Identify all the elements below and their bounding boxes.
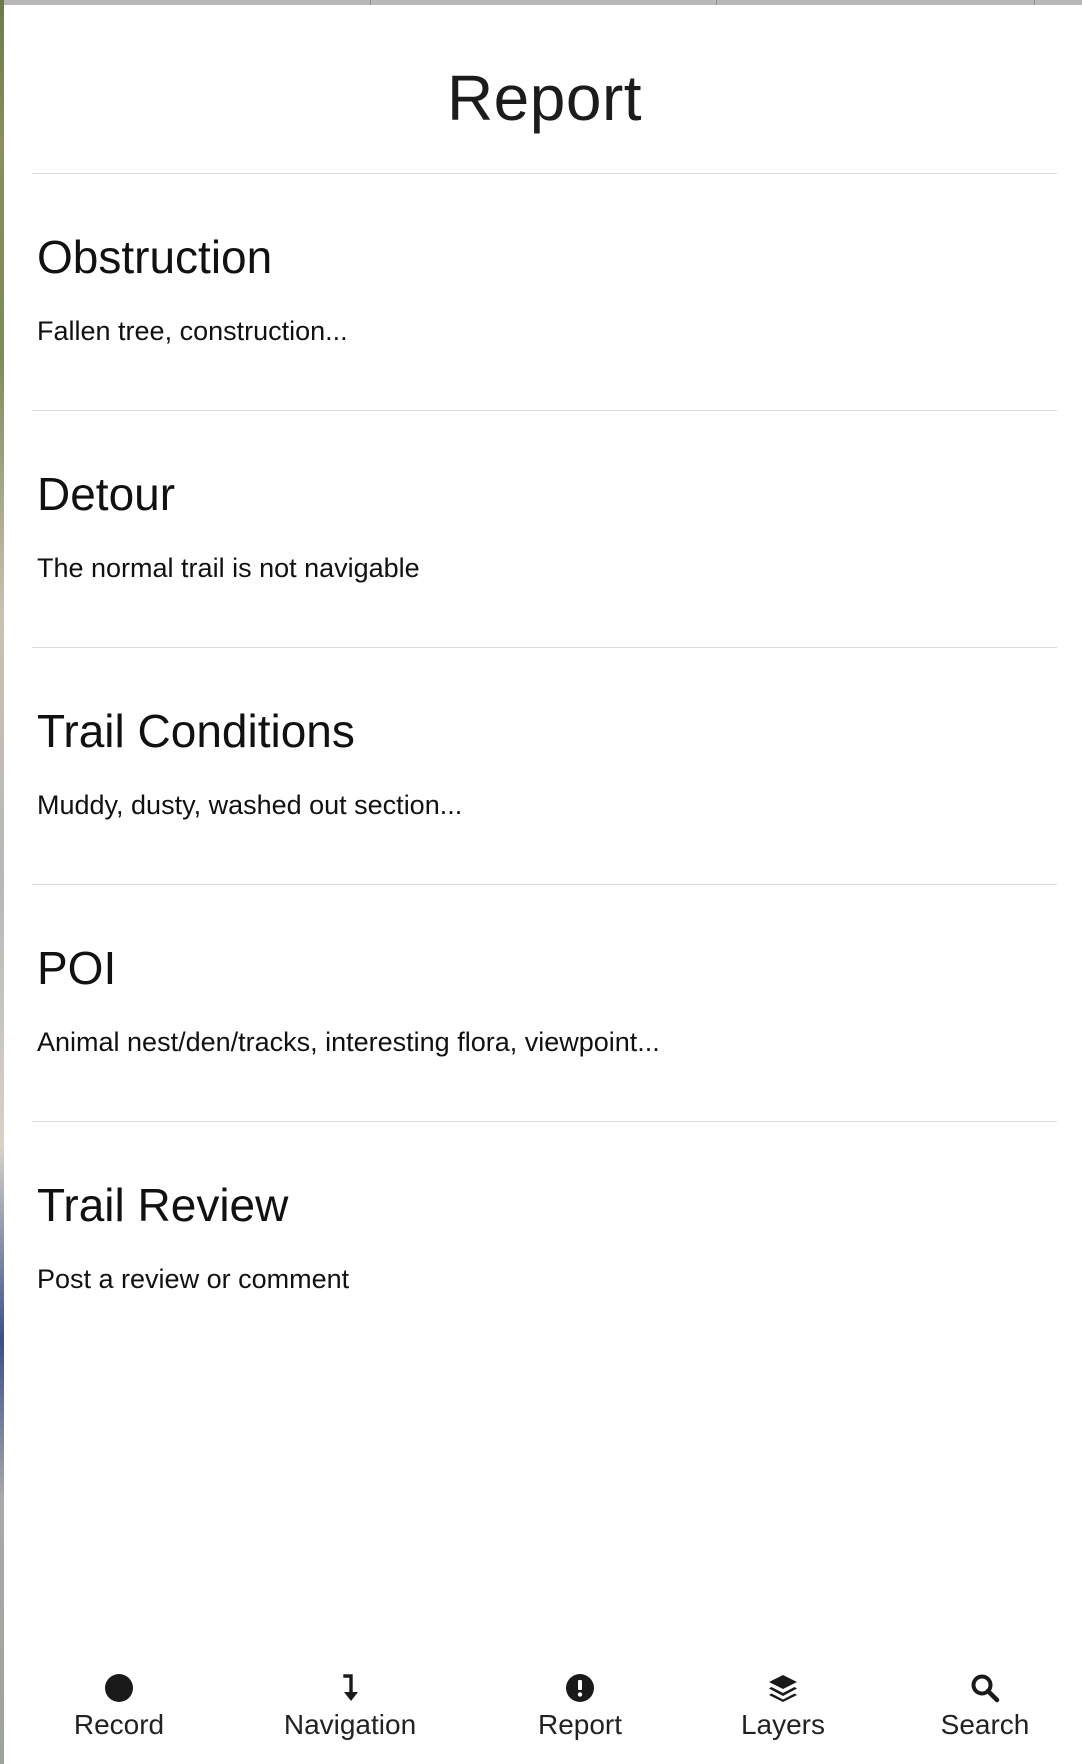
tab-label: Layers: [740, 1709, 826, 1740]
tab-record[interactable]: Record: [54, 1654, 184, 1764]
navigation-arrow-icon: [333, 1671, 367, 1705]
bottom-tab-bar: Record Navigation Report Layers Search: [10, 1654, 1082, 1764]
tab-label: Report: [537, 1709, 623, 1740]
report-option-description: Fallen tree, construction...: [37, 316, 348, 346]
report-option-description: Muddy, dusty, washed out section...: [37, 790, 463, 820]
report-option-obstruction[interactable]: Obstruction Fallen tree, construction...: [32, 174, 1057, 411]
report-option-description: The normal trail is not navigable: [37, 553, 420, 583]
report-option-trail-review[interactable]: Trail Review Post a review or comment: [32, 1122, 1057, 1358]
map-edge-peek: [0, 0, 4, 1764]
report-option-detour[interactable]: Detour The normal trail is not navigable: [32, 411, 1057, 648]
record-dot-icon: [102, 1671, 136, 1705]
tab-label: Search: [940, 1709, 1030, 1740]
report-option-poi[interactable]: POI Animal nest/den/tracks, interesting …: [32, 885, 1057, 1122]
report-option-description: Animal nest/den/tracks, interesting flor…: [37, 1027, 660, 1057]
report-option-title: Trail Review: [37, 1179, 289, 1231]
tab-navigation[interactable]: Navigation: [270, 1654, 430, 1764]
search-icon: [968, 1671, 1002, 1705]
report-option-title: Trail Conditions: [37, 705, 355, 757]
tab-search[interactable]: Search: [925, 1654, 1045, 1764]
app-frame: Report Obstruction Fallen tree, construc…: [0, 0, 1082, 1764]
report-option-trail-conditions[interactable]: Trail Conditions Muddy, dusty, washed ou…: [32, 648, 1057, 885]
tab-report[interactable]: Report: [520, 1654, 640, 1764]
report-option-title: POI: [37, 942, 117, 994]
page-title: Report: [446, 62, 643, 134]
report-options-list: Obstruction Fallen tree, construction...…: [32, 174, 1057, 1358]
report-option-title: Obstruction: [37, 231, 273, 283]
layers-icon: [766, 1671, 800, 1705]
report-panel: Report Obstruction Fallen tree, construc…: [5, 5, 1082, 1764]
report-option-description: Post a review or comment: [37, 1264, 350, 1294]
tab-label: Record: [73, 1709, 165, 1740]
alert-circle-icon: [563, 1671, 597, 1705]
tab-label: Navigation: [283, 1709, 417, 1740]
report-option-title: Detour: [37, 468, 176, 520]
report-header: Report: [32, 5, 1057, 174]
tab-layers[interactable]: Layers: [723, 1654, 843, 1764]
